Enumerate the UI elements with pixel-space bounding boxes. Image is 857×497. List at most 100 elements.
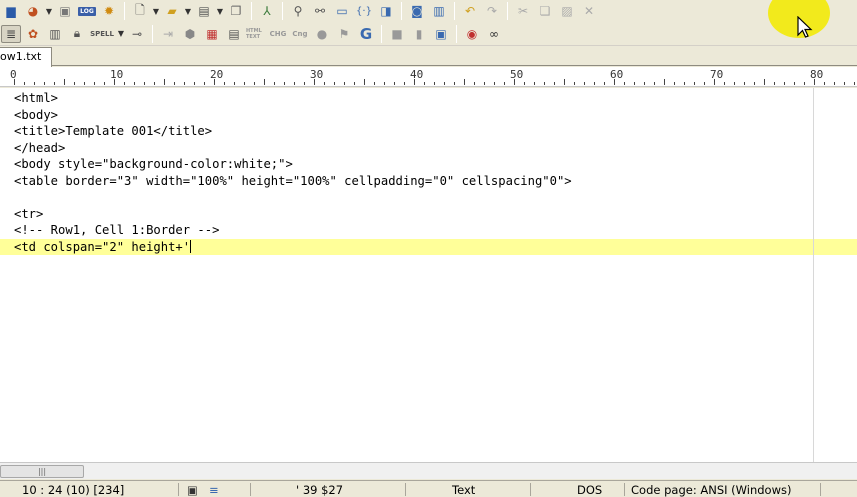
editor-line[interactable]: <td colspan="2" height+'	[14, 239, 572, 256]
undo-icon[interactable]: ↶	[460, 2, 480, 20]
ruler-tick	[474, 82, 475, 85]
character-info: ' 39 $27	[296, 483, 344, 497]
ruler-tick	[574, 82, 575, 85]
column-ruler: 0 10 20 30 40 50 60 70 80	[0, 67, 857, 87]
editor-line[interactable]: <!-- Row1, Cell 1:Border -->	[14, 222, 572, 239]
find-icon[interactable]: ⚲	[288, 2, 308, 20]
ruler-tick	[154, 82, 155, 85]
document-icon[interactable]: ▮	[409, 25, 429, 43]
open-folder-dropdown-icon[interactable]: ▼	[184, 2, 192, 20]
save-icon[interactable]: ▤	[194, 2, 214, 20]
scrollbar-thumb[interactable]: |||	[0, 465, 84, 478]
ruler-tick	[404, 82, 405, 85]
ruler-tick	[744, 82, 745, 85]
columns-icon[interactable]: ▥	[45, 25, 65, 43]
cursor-position: 10 : 24 (10) [234]	[22, 483, 125, 497]
wrap-status-icon: ≡	[209, 483, 219, 497]
ruler-tick	[824, 82, 825, 85]
circle-icon[interactable]: ●	[312, 25, 332, 43]
window-icon[interactable]: ▣	[431, 25, 451, 43]
ruler-label: 20	[210, 68, 224, 81]
spell-check-button[interactable]: SPELL	[89, 25, 115, 43]
ruler-tick	[344, 82, 345, 85]
editor-line[interactable]	[14, 189, 572, 206]
ruler-label: 70	[710, 68, 724, 81]
flag-icon[interactable]: ⚑	[334, 25, 354, 43]
ruler-tick	[324, 82, 325, 85]
palette-icon[interactable]: ◕	[23, 2, 43, 20]
new-window-icon[interactable]: ▆	[1, 2, 21, 20]
text-editor[interactable]: <html> <body> <title>Template 001</title> <…	[0, 88, 857, 462]
ruler-tick	[64, 79, 65, 85]
pin-icon[interactable]: ⊸	[127, 25, 147, 43]
text-cursor	[190, 239, 192, 253]
word-wrap-icon[interactable]: ≣	[1, 24, 21, 43]
indent-icon[interactable]: ⇥	[158, 25, 178, 43]
panel-icon[interactable]: ■	[387, 25, 407, 43]
editor-line[interactable]: <title>Template 001</title>	[14, 123, 572, 140]
browser-preview-icon[interactable]: ◙	[407, 2, 427, 20]
ruler-tick	[624, 82, 625, 85]
highlight-icon[interactable]: ✿	[23, 25, 43, 43]
editor-line[interactable]: <tr>	[14, 206, 572, 223]
ruler-tick	[694, 82, 695, 85]
new-file-icon[interactable]: 🗋	[130, 2, 150, 20]
open-folder-icon[interactable]: ▰	[162, 2, 182, 20]
editor-line[interactable]: <table border="3" width="100%" height="1…	[14, 173, 572, 190]
ruler-tick	[674, 82, 675, 85]
google-button[interactable]: G	[356, 25, 376, 43]
ruler-tick	[814, 79, 815, 85]
ruler-tick	[364, 79, 365, 85]
right-margin-line	[813, 88, 814, 462]
editor-line[interactable]: <html>	[14, 90, 572, 107]
ruler-tick	[54, 82, 55, 85]
block-icon[interactable]: ⬢	[180, 25, 200, 43]
tree-icon[interactable]: ⅄	[257, 2, 277, 20]
ruler-tick	[234, 82, 235, 85]
redo-icon[interactable]: ↷	[482, 2, 502, 20]
status-separator	[624, 483, 625, 496]
ruler-tick	[754, 82, 755, 85]
document-tab[interactable]: ow1.txt	[0, 47, 52, 67]
color-grid-icon[interactable]: ▦	[202, 25, 222, 43]
ruler-label: 10	[110, 68, 124, 81]
ruler-label: 60	[610, 68, 624, 81]
print-icon[interactable]: ▥	[429, 2, 449, 20]
record-macro-icon[interactable]: ◉	[462, 25, 482, 43]
braces-icon[interactable]: {·}	[354, 2, 374, 20]
table-icon[interactable]: ▤	[224, 25, 244, 43]
cng-button[interactable]: Cng	[290, 25, 310, 43]
log-button[interactable]: LOG	[77, 2, 97, 20]
cut-icon[interactable]: ✂	[513, 2, 533, 20]
settings-gear-icon[interactable]: ✹	[99, 2, 119, 20]
editor-line[interactable]: <body style="background-color:white;">	[14, 156, 572, 173]
editor-lines[interactable]: <html> <body> <title>Template 001</title> <…	[14, 90, 572, 255]
editor-line[interactable]: <body>	[14, 107, 572, 124]
ruler-tick	[184, 82, 185, 85]
lock-icon[interactable]: 🔒︎	[67, 25, 87, 43]
ruler-tick	[464, 79, 465, 85]
delete-icon[interactable]: ✕	[579, 2, 599, 20]
toolbar-separator	[152, 24, 153, 43]
ruler-tick	[354, 82, 355, 85]
find-replace-icon[interactable]: ⚯	[310, 2, 330, 20]
save-all-icon[interactable]: ❐	[226, 2, 246, 20]
palette-dropdown-icon[interactable]: ▼	[45, 2, 53, 20]
camera-icon[interactable]: ▣	[55, 2, 75, 20]
chg-button[interactable]: CHG	[268, 25, 288, 43]
spell-check-dropdown-icon[interactable]: ▼	[117, 25, 125, 43]
editor-line[interactable]: </head>	[14, 140, 572, 157]
book-icon[interactable]: ◨	[376, 2, 396, 20]
save-dropdown-icon[interactable]: ▼	[216, 2, 224, 20]
main-toolbar: ▆ ◕ ▼ ▣ LOG ✹ 🗋 ▼ ▰ ▼ ▤ ▼ ❐ ⅄ ⚲ ⚯ ▭ {·} …	[0, 0, 857, 22]
glasses-icon[interactable]: ∞	[484, 25, 504, 43]
new-file-dropdown-icon[interactable]: ▼	[152, 2, 160, 20]
paste-icon[interactable]: ▨	[557, 2, 577, 20]
ruler-tick	[284, 82, 285, 85]
horizontal-scrollbar[interactable]: |||	[0, 462, 857, 479]
html-text-button[interactable]: HTML TEXT	[246, 25, 266, 43]
mouse-pointer-icon	[797, 16, 813, 38]
copy-icon[interactable]: ❏	[535, 2, 555, 20]
comment-icon[interactable]: ▭	[332, 2, 352, 20]
toolbar-separator	[282, 2, 283, 20]
